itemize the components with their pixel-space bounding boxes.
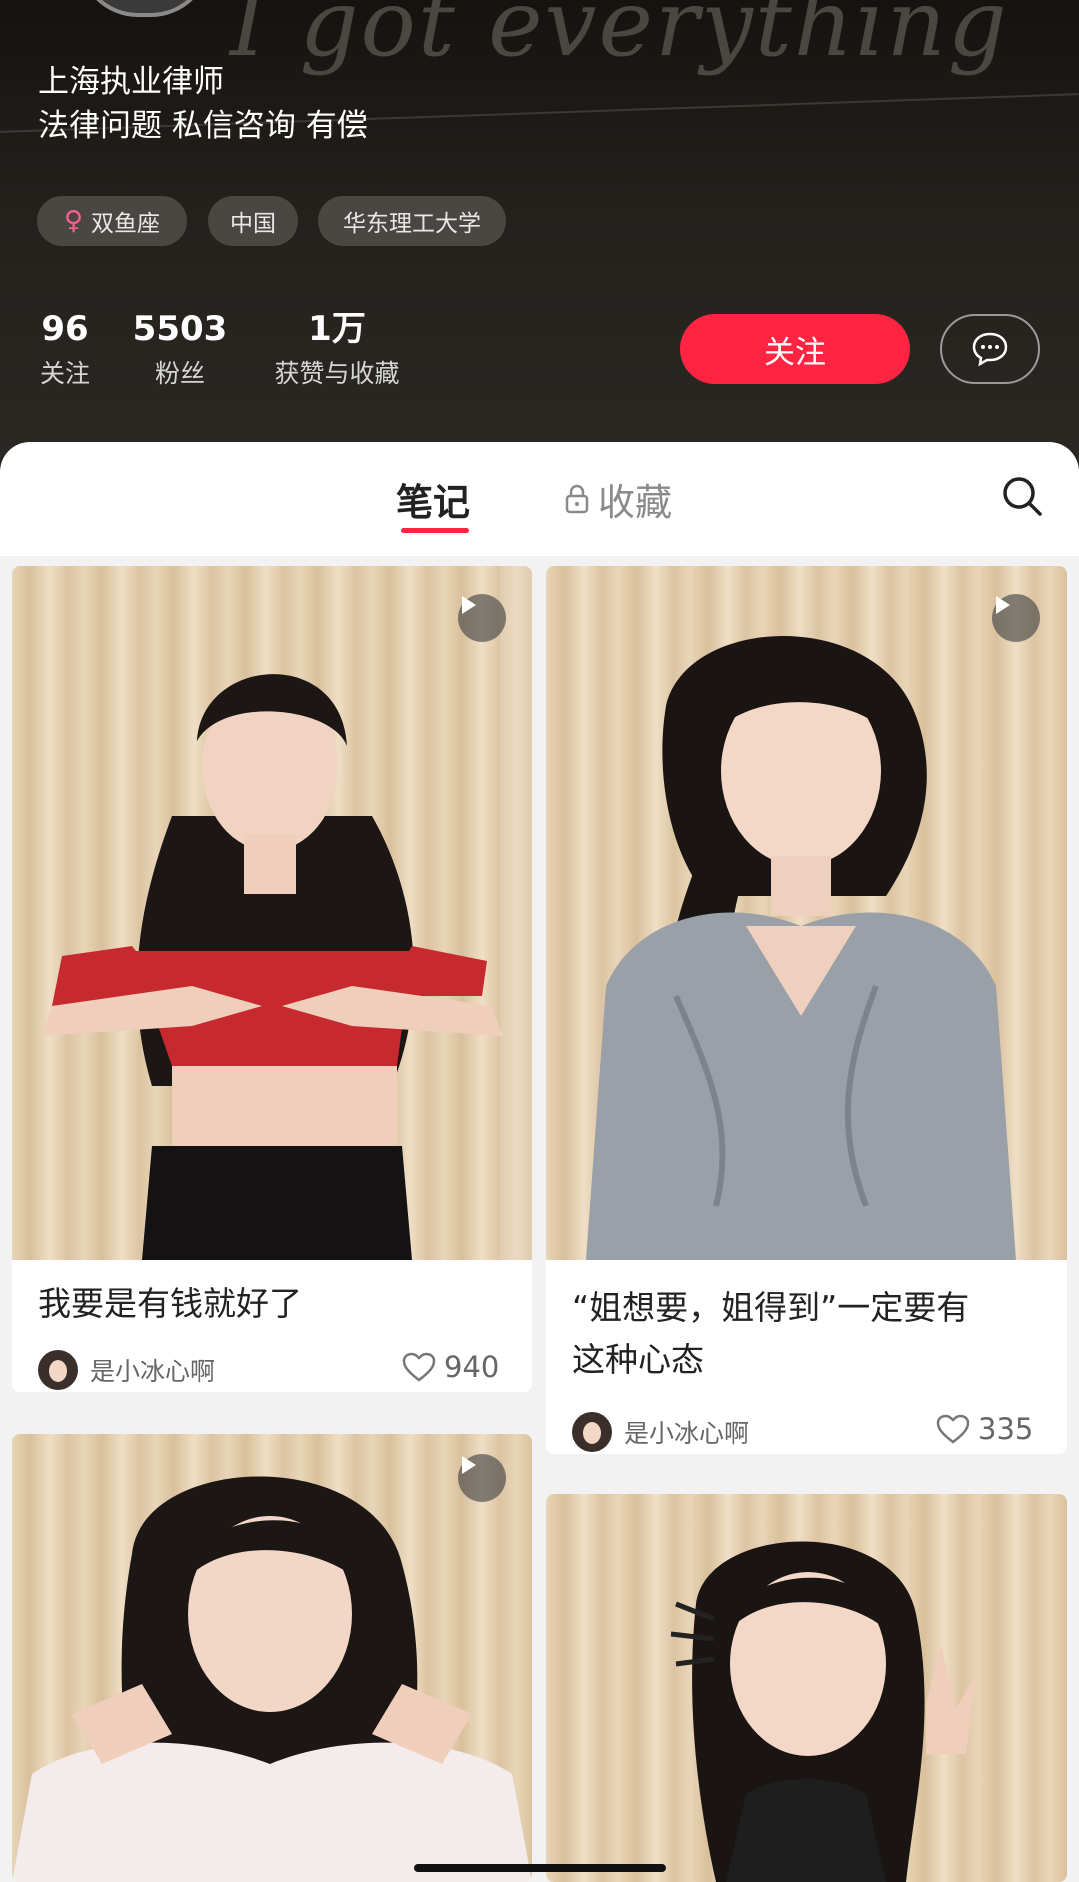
cover-illustration [670,1541,976,1882]
note-card[interactable] [12,1434,532,1882]
home-indicator [414,1864,666,1872]
tag-zodiac-label: 双鱼座 [91,211,161,237]
play-icon [992,594,1040,642]
like-count: 940 [444,1350,500,1384]
tab-favorites-label: 收藏 [598,481,672,524]
note-cover-image[interactable] [12,566,532,1260]
cover-illustration [586,636,1016,1260]
tag-zodiac[interactable]: ♀ 双鱼座 [37,196,187,246]
tab-bar: 笔记 收藏 [0,442,1079,556]
note-title-line-1[interactable]: “姐想要，姐得到”一定要有 [572,1282,969,1334]
chat-bubble-icon [972,332,1008,367]
note-title-line-2[interactable]: 这种心态 [572,1334,704,1386]
bio-line-1: 上海执业律师 [38,64,224,100]
stat-following[interactable]: 96 关注 [30,308,100,390]
bio-line-2: 法律问题 私信咨询 有偿 [38,108,368,144]
play-icon [458,1454,506,1502]
tag-region-label: 中国 [230,211,276,237]
follow-button[interactable]: 关注 [680,314,910,384]
heart-icon [936,1414,970,1444]
author-avatar [38,1350,78,1390]
note-card[interactable]: “姐想要，姐得到”一定要有 这种心态 是小冰心啊 335 [546,566,1067,1454]
tag-school[interactable]: 华东理工大学 [318,196,506,246]
stat-following-label: 关注 [39,359,90,388]
stat-likes-collects[interactable]: 1万 获赞与收藏 [262,308,412,390]
like-count: 335 [978,1412,1034,1446]
note-author[interactable]: 是小冰心啊 [38,1350,215,1390]
stat-followers-value: 5503 [132,309,228,349]
lock-icon [565,484,589,514]
author-name: 是小冰心啊 [624,1419,750,1448]
tag-school-label: 华东理工大学 [343,211,481,237]
heart-icon [402,1352,436,1382]
stat-following-value: 96 [41,309,89,349]
message-button[interactable] [940,314,1040,384]
note-title[interactable]: 我要是有钱就好了 [38,1278,302,1330]
stat-likes-collects-value: 1万 [308,309,366,349]
profile-header: I got everything 上海执业律师 法律问题 私信咨询 有偿 ♀ 双… [0,0,1079,470]
like-button[interactable]: 335 [936,1412,1033,1446]
like-button[interactable]: 940 [402,1350,499,1384]
stat-followers-label: 粉丝 [154,359,205,388]
note-cover-image[interactable] [12,1434,532,1882]
author-name: 是小冰心啊 [90,1357,216,1386]
cover-illustration [12,1476,532,1882]
tab-active-indicator [401,528,469,533]
tag-region[interactable]: 中国 [208,196,298,246]
note-cover-image[interactable] [546,1494,1067,1882]
stat-likes-collects-label: 获赞与收藏 [274,359,400,388]
background-lettering: I got everything [230,0,1009,77]
tab-notes[interactable]: 笔记 [396,472,470,526]
cover-illustration [42,566,532,1260]
author-avatar [572,1412,612,1452]
note-cover-image[interactable] [546,566,1067,1260]
note-author[interactable]: 是小冰心啊 [572,1412,749,1452]
search-icon[interactable] [1000,474,1044,518]
stat-followers[interactable]: 5503 粉丝 [130,308,230,390]
note-card[interactable]: 我要是有钱就好了 是小冰心啊 940 [12,566,532,1392]
profile-avatar[interactable] [78,0,211,17]
play-icon [458,594,506,642]
female-icon: ♀ [63,206,84,236]
tab-favorites[interactable]: 收藏 [564,472,672,526]
note-card[interactable] [546,1494,1067,1882]
